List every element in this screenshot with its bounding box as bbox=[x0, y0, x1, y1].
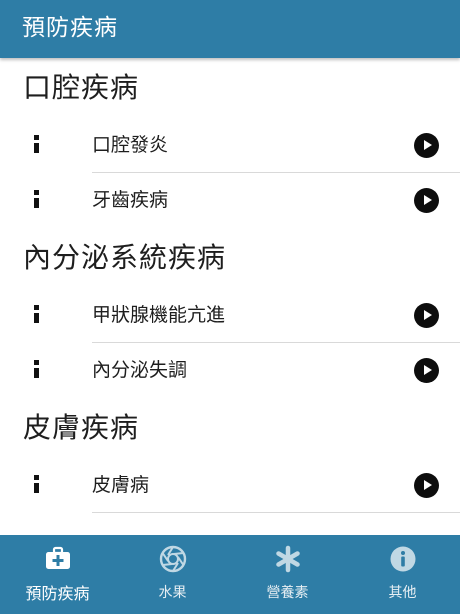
tab-label: 其他 bbox=[388, 585, 417, 601]
info-icon bbox=[28, 472, 44, 498]
list-item-skin-disease[interactable]: 皮膚病 bbox=[0, 458, 460, 513]
list-item-hyperthyroidism[interactable]: 甲狀腺機能亢進 bbox=[0, 288, 460, 343]
list-item-oral-inflammation[interactable]: 口腔發炎 bbox=[0, 118, 460, 173]
app-bar: 預防疾病 bbox=[0, 0, 460, 58]
disease-list[interactable]: 口腔疾病 口腔發炎 牙齒疾病 內分泌系統疾病 甲狀腺機能亢進 內分泌失調 皮膚疾… bbox=[0, 58, 460, 535]
play-arrow-icon[interactable] bbox=[414, 473, 439, 498]
list-item-label: 內分泌失調 bbox=[92, 359, 188, 381]
tab-nutrients[interactable]: 營養素 bbox=[230, 535, 345, 614]
app-bar-title: 預防疾病 bbox=[22, 15, 118, 41]
list-item-dental-disease[interactable]: 牙齒疾病 bbox=[0, 173, 460, 228]
tab-other[interactable]: 其他 bbox=[345, 535, 460, 614]
section-title-endocrine: 內分泌系統疾病 bbox=[23, 241, 227, 274]
list-item-label: 甲狀腺機能亢進 bbox=[92, 304, 226, 326]
tab-label: 水果 bbox=[158, 585, 187, 601]
info-icon bbox=[28, 132, 44, 158]
asterisk-icon bbox=[275, 545, 300, 573]
tab-label: 營養素 bbox=[266, 585, 309, 601]
play-arrow-icon[interactable] bbox=[414, 133, 439, 158]
info-icon bbox=[28, 302, 44, 328]
info-icon bbox=[28, 357, 44, 383]
list-item-label: 牙齒疾病 bbox=[92, 189, 169, 211]
bottom-navigation: 預防疾病 水果 營養素 其他 bbox=[0, 535, 460, 614]
medical-kit-icon bbox=[45, 546, 70, 569]
divider bbox=[92, 512, 460, 513]
play-arrow-icon[interactable] bbox=[414, 188, 439, 213]
play-arrow-icon[interactable] bbox=[414, 303, 439, 328]
section-title-oral: 口腔疾病 bbox=[23, 71, 140, 104]
info-icon bbox=[28, 187, 44, 213]
aperture-icon bbox=[159, 545, 186, 573]
tab-fruit[interactable]: 水果 bbox=[115, 535, 230, 614]
list-item-label: 口腔發炎 bbox=[92, 134, 169, 156]
info-icon bbox=[390, 546, 415, 572]
section-title-skin: 皮膚疾病 bbox=[23, 411, 140, 444]
list-item-endocrine-disorder[interactable]: 內分泌失調 bbox=[0, 343, 460, 398]
list-item-label: 皮膚病 bbox=[92, 474, 150, 496]
play-arrow-icon[interactable] bbox=[414, 358, 439, 383]
tab-label: 預防疾病 bbox=[25, 584, 90, 603]
tab-disease-prevention[interactable]: 預防疾病 bbox=[0, 535, 115, 614]
